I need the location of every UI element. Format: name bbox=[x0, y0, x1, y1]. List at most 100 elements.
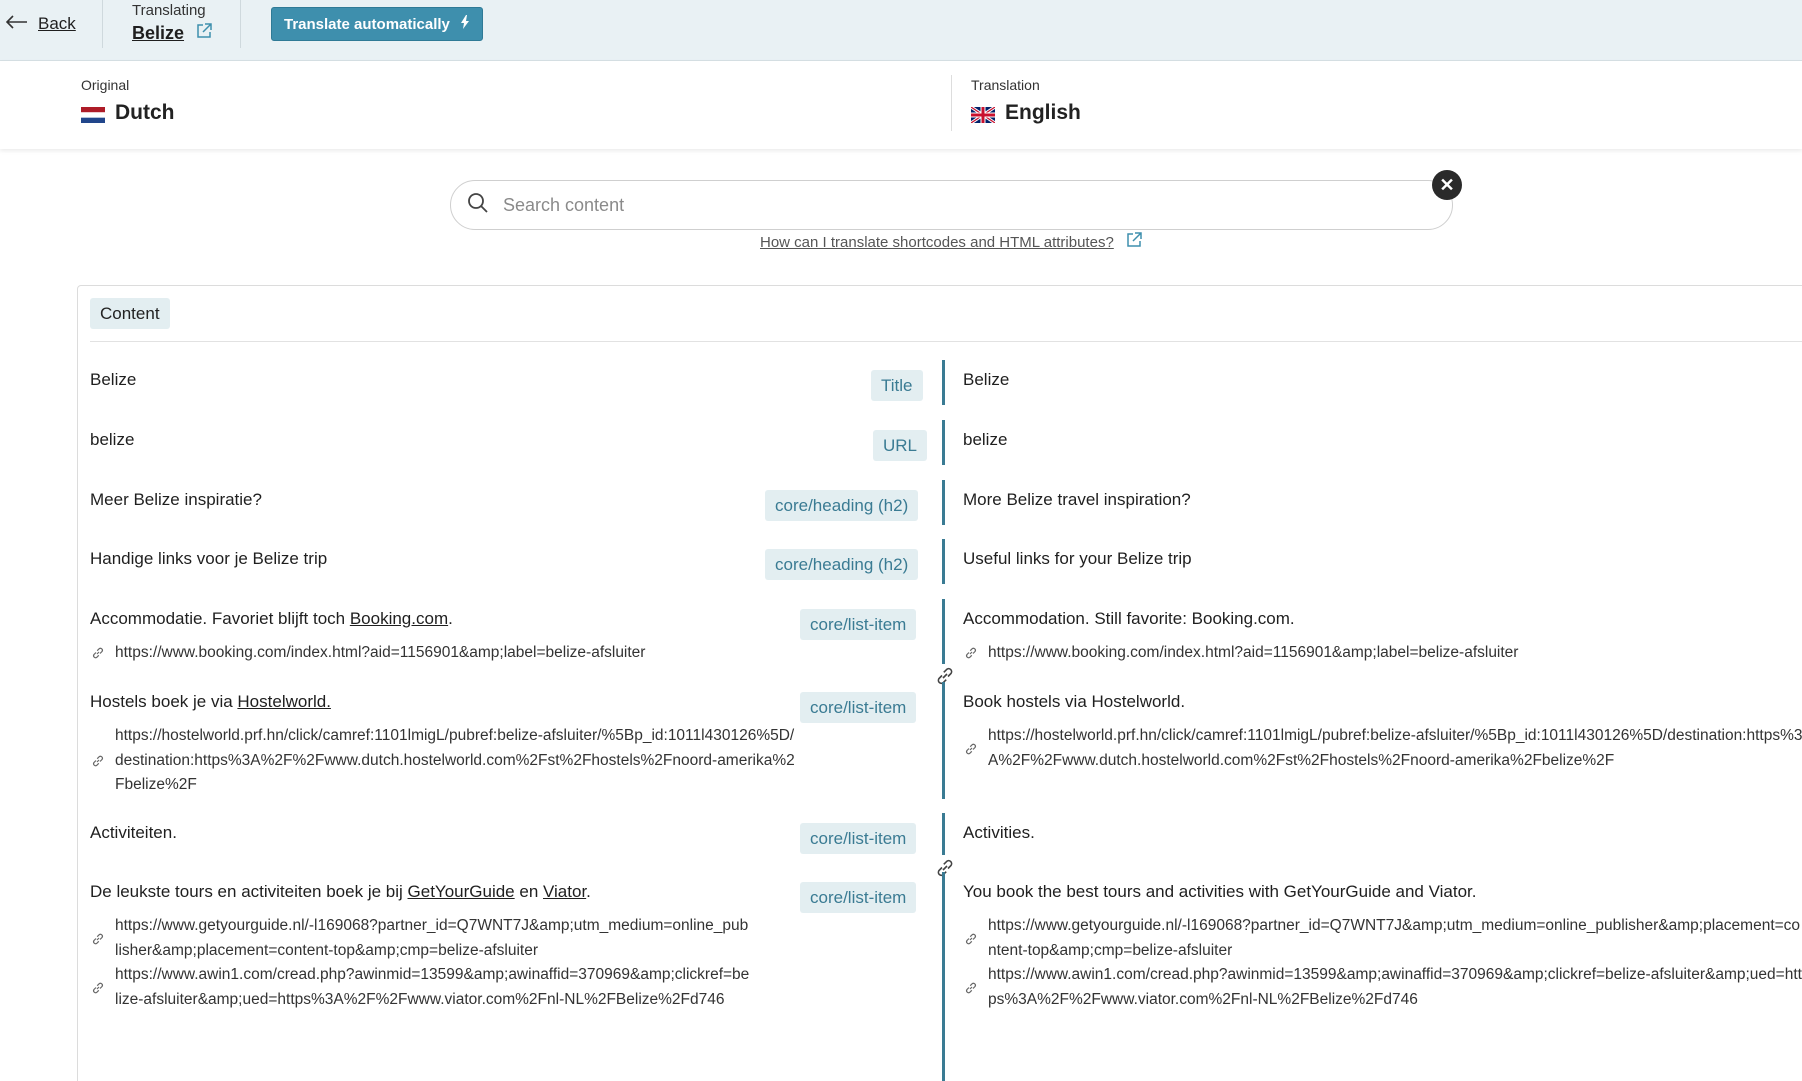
external-link-icon[interactable] bbox=[196, 23, 212, 44]
target-url-text[interactable]: https://www.booking.com/index.html?aid=1… bbox=[988, 644, 1518, 661]
field-tag: URL bbox=[873, 430, 928, 461]
divider bbox=[90, 341, 1802, 342]
source-text-end: . bbox=[448, 609, 453, 628]
source-text: Accommodatie. Favoriet blijft toch bbox=[90, 609, 350, 628]
target-text[interactable]: More Belize travel inspiration? bbox=[963, 488, 1802, 512]
source-url-text: https://www.awin1.com/cread.php?awinmid=… bbox=[115, 966, 750, 1008]
source-text: belize bbox=[90, 430, 135, 449]
target-text[interactable]: You book the best tours and activities w… bbox=[963, 880, 1802, 904]
language-header: Original Dutch Translation English bbox=[0, 61, 1802, 149]
source-link[interactable]: Booking.com bbox=[350, 609, 448, 628]
search-input[interactable] bbox=[503, 194, 1403, 216]
target-text[interactable]: Activities. bbox=[963, 821, 1802, 845]
search-icon bbox=[467, 192, 489, 219]
original-language-name: Dutch bbox=[115, 101, 175, 124]
link-icon bbox=[90, 645, 106, 661]
source-text: Activiteiten. bbox=[90, 823, 177, 842]
source-link[interactable]: Viator bbox=[543, 882, 586, 901]
item-name: Belize bbox=[132, 23, 185, 43]
item-link[interactable]: Belize bbox=[132, 23, 212, 44]
translation-language: Translation English bbox=[970, 77, 1081, 125]
target-text[interactable]: Book hostels via Hostelworld. bbox=[963, 690, 1802, 714]
source-url: https://www.awin1.com/cread.php?awinmid=… bbox=[90, 963, 750, 1012]
target-url: https://www.awin1.com/cread.php?awinmid=… bbox=[963, 963, 1802, 1012]
source-url-text: https://www.booking.com/index.html?aid=1… bbox=[115, 644, 646, 661]
target-url-text[interactable]: https://www.awin1.com/cread.php?awinmid=… bbox=[988, 966, 1802, 1008]
original-label: Original bbox=[81, 77, 130, 93]
target-cell: Book hostels via Hostelworld. https://ho… bbox=[963, 690, 1802, 773]
source-text: Handige links voor je Belize trip bbox=[90, 549, 328, 568]
source-link[interactable]: GetYourGuide bbox=[408, 882, 515, 901]
target-url: https://www.booking.com/index.html?aid=1… bbox=[963, 641, 1802, 666]
search-box bbox=[450, 180, 1453, 230]
link-icon[interactable] bbox=[933, 856, 957, 880]
target-text[interactable]: Accommodation. Still favorite: Booking.c… bbox=[963, 607, 1802, 631]
link-icon bbox=[963, 645, 979, 661]
target-url-text[interactable]: https://www.getyourguide.nl/-l169068?par… bbox=[988, 917, 1800, 959]
field-tag: Title bbox=[871, 370, 923, 401]
original-language: Original Dutch bbox=[81, 77, 175, 125]
lightning-icon bbox=[460, 15, 470, 33]
divider bbox=[951, 75, 952, 131]
field-tag: core/heading (h2) bbox=[765, 549, 919, 580]
field-tag: core/list-item bbox=[800, 882, 917, 913]
arrow-left-icon bbox=[5, 14, 28, 34]
divider bbox=[102, 0, 103, 48]
target-cell: You book the best tours and activities w… bbox=[963, 880, 1802, 1012]
source-text: Meer Belize inspiratie? bbox=[90, 490, 262, 509]
help-link[interactable]: How can I translate shortcodes and HTML … bbox=[760, 232, 1142, 252]
external-link-icon bbox=[1126, 232, 1142, 252]
target-url: https://hostelworld.prf.hn/click/camref:… bbox=[963, 724, 1802, 773]
field-tag: core/list-item bbox=[800, 692, 917, 723]
link-icon bbox=[90, 753, 106, 769]
source-link[interactable]: Hostelworld. bbox=[237, 692, 331, 711]
source-url-text: https://www.getyourguide.nl/-l169068?par… bbox=[115, 917, 749, 959]
link-icon bbox=[963, 980, 979, 996]
source-cell: Hostels boek je via Hostelworld. https:/… bbox=[90, 690, 795, 798]
source-url: https://www.booking.com/index.html?aid=1… bbox=[90, 641, 810, 666]
link-icon[interactable] bbox=[933, 664, 957, 688]
link-icon bbox=[963, 741, 979, 757]
translation-bar bbox=[942, 420, 945, 465]
source-cell: Accommodatie. Favoriet blijft toch Booki… bbox=[90, 607, 790, 666]
source-text-mid: en bbox=[514, 882, 543, 901]
translation-bar bbox=[942, 872, 945, 1081]
field-tag: core/list-item bbox=[800, 823, 917, 854]
translation-bar bbox=[942, 480, 945, 525]
translation-label: Translation bbox=[971, 77, 1040, 93]
translation-bar bbox=[942, 599, 945, 674]
link-icon bbox=[90, 931, 106, 947]
translation-bar bbox=[942, 813, 945, 855]
source-text: De leukste tours en activiteiten boek je… bbox=[90, 882, 408, 901]
back-button[interactable]: Back bbox=[5, 14, 76, 34]
target-text[interactable]: belize bbox=[963, 428, 1802, 452]
translation-language-name: English bbox=[1005, 101, 1081, 124]
top-bar: Back Translating Belize Translate automa… bbox=[0, 0, 1802, 61]
field-tag: core/heading (h2) bbox=[765, 490, 919, 521]
translation-bar bbox=[942, 360, 945, 405]
source-url: https://www.getyourguide.nl/-l169068?par… bbox=[90, 914, 750, 963]
source-text: Hostels boek je via bbox=[90, 692, 238, 711]
link-icon bbox=[90, 980, 106, 996]
target-text[interactable]: Belize bbox=[963, 368, 1802, 392]
target-text[interactable]: Useful links for your Belize trip bbox=[963, 547, 1802, 571]
section-label: Content bbox=[90, 298, 170, 329]
field-tag: core/list-item bbox=[800, 609, 917, 640]
uk-flag-icon bbox=[970, 105, 996, 125]
divider bbox=[240, 0, 241, 48]
back-label: Back bbox=[38, 14, 76, 33]
source-url: https://hostelworld.prf.hn/click/camref:… bbox=[90, 724, 800, 798]
translating-label: Translating bbox=[132, 2, 206, 19]
link-icon bbox=[963, 931, 979, 947]
source-cell: De leukste tours en activiteiten boek je… bbox=[90, 880, 790, 1012]
target-url-text[interactable]: https://hostelworld.prf.hn/click/camref:… bbox=[988, 727, 1802, 769]
source-text-end: . bbox=[586, 882, 591, 901]
close-icon[interactable]: ✕ bbox=[1432, 170, 1462, 200]
source-url-text: https://hostelworld.prf.hn/click/camref:… bbox=[115, 727, 795, 793]
source-text: Belize bbox=[90, 370, 137, 389]
translation-bar bbox=[942, 682, 945, 799]
translate-automatically-button[interactable]: Translate automatically bbox=[271, 7, 483, 41]
translate-automatically-label: Translate automatically bbox=[284, 15, 450, 33]
target-cell: Accommodation. Still favorite: Booking.c… bbox=[963, 607, 1802, 666]
target-url: https://www.getyourguide.nl/-l169068?par… bbox=[963, 914, 1802, 963]
